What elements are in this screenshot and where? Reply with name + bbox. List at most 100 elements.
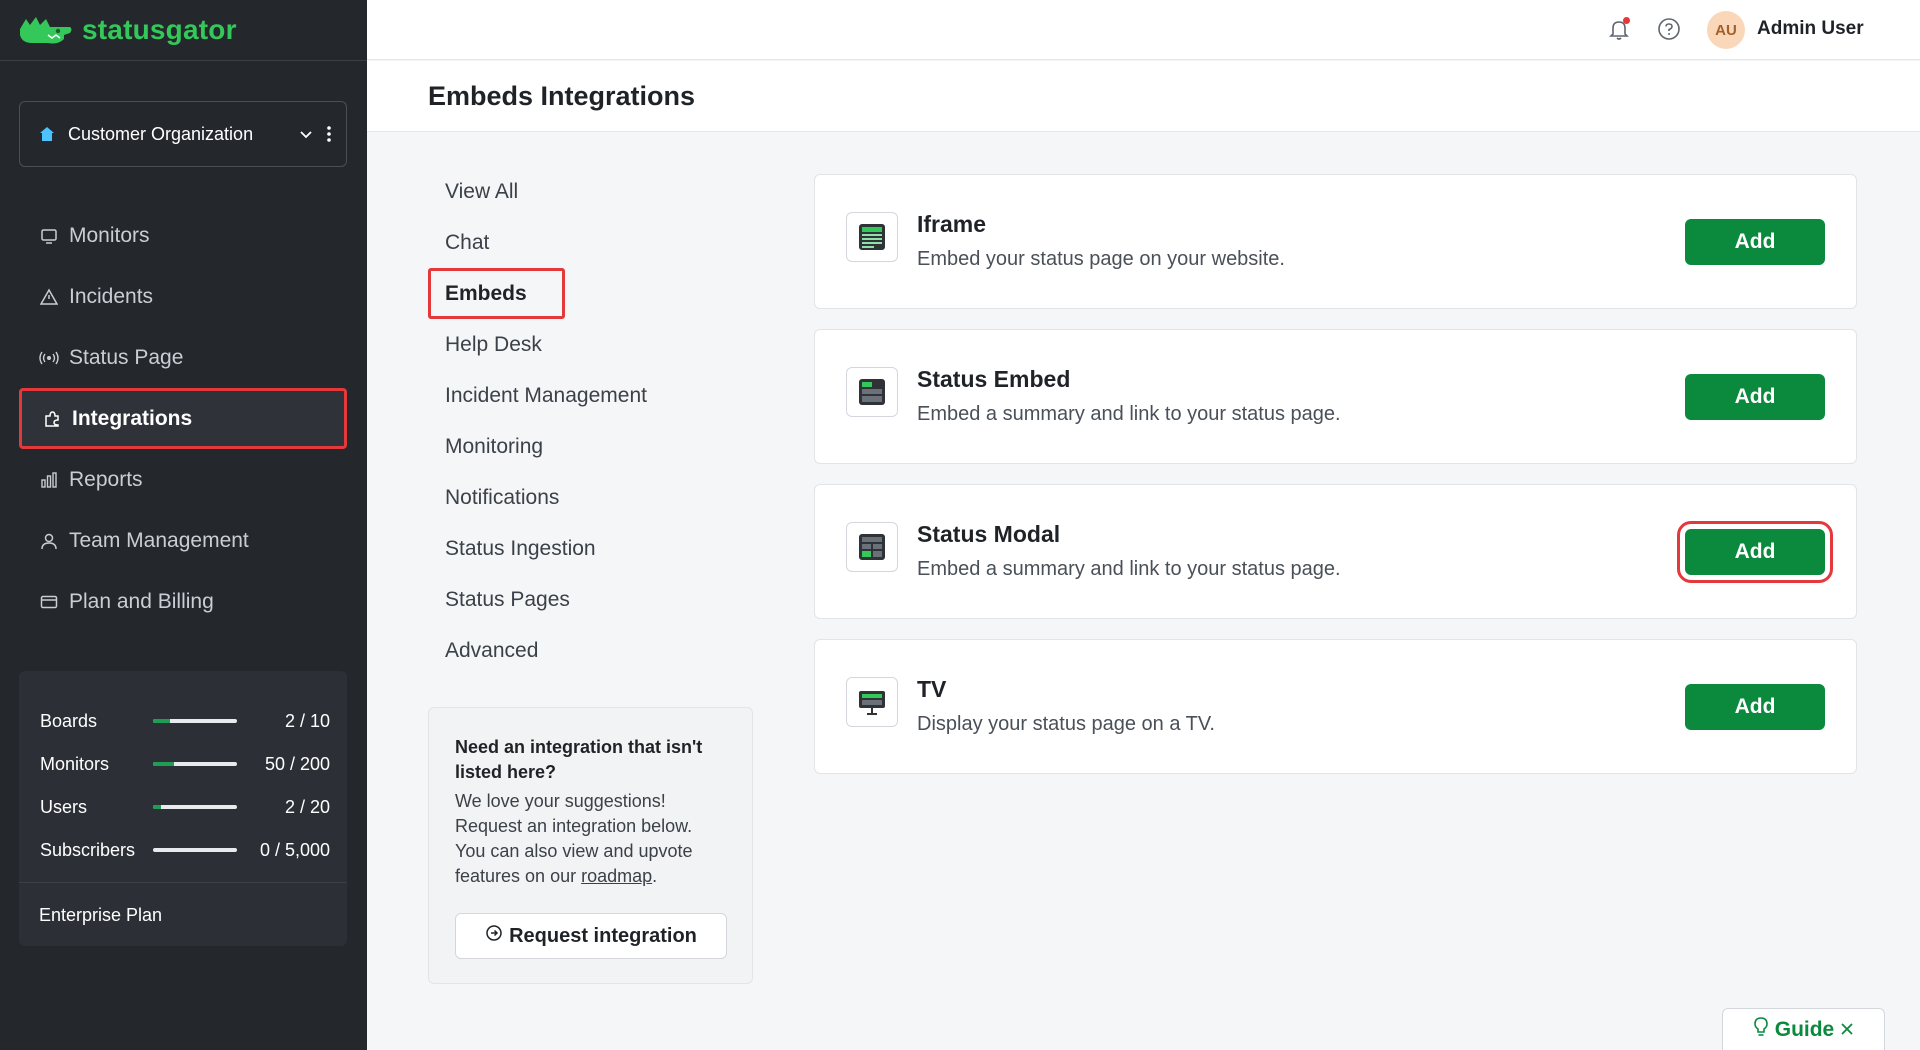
integration-title: Iframe xyxy=(917,211,987,237)
category-monitoring[interactable]: Monitoring xyxy=(428,421,728,472)
user-icon xyxy=(39,531,59,551)
integration-desc: Display your status page on a TV. xyxy=(917,713,1215,735)
integration-title: TV xyxy=(917,676,947,702)
request-integration-label: Request integration xyxy=(509,924,697,947)
usage-bar xyxy=(153,762,237,766)
add-status-embed-button[interactable]: Add xyxy=(1685,374,1825,420)
logo[interactable]: statusgator xyxy=(0,0,367,61)
add-iframe-button[interactable]: Add xyxy=(1685,219,1825,265)
integration-card-status-modal: Status Modal Embed a summary and link to… xyxy=(814,484,1857,619)
integration-card-status-embed: Status Embed Embed a summary and link to… xyxy=(814,329,1857,464)
usage-bar xyxy=(153,719,237,723)
avatar[interactable]: AU xyxy=(1707,11,1745,49)
usage-row-monitors: Monitors 50 / 200 xyxy=(40,752,330,776)
category-chat[interactable]: Chat xyxy=(428,217,728,268)
sidebar-item-reports[interactable]: Reports xyxy=(19,449,347,510)
suggest-body: We love your suggestions! Request an int… xyxy=(455,789,726,889)
category-embeds[interactable]: Embeds xyxy=(428,268,565,319)
lightbulb-icon xyxy=(1753,1016,1769,1043)
usage-label: Subscribers xyxy=(40,839,136,860)
iframe-embed-icon xyxy=(846,212,898,262)
chevron-down-icon[interactable] xyxy=(298,126,314,142)
category-status-ingestion[interactable]: Status Ingestion xyxy=(428,523,728,574)
sidebar-item-incidents[interactable]: Incidents xyxy=(19,266,347,327)
sidebar-item-monitors[interactable]: Monitors xyxy=(19,205,347,266)
sidebar-item-plan-billing[interactable]: Plan and Billing xyxy=(19,571,347,632)
sidebar-item-label: Team Management xyxy=(69,528,249,552)
usage-bar-fill xyxy=(153,719,170,723)
arrow-circle-icon xyxy=(485,924,503,948)
integration-card-tv: TV Display your status page on a TV. Add xyxy=(814,639,1857,774)
bell-icon[interactable] xyxy=(1607,17,1631,41)
usage-value: 0 / 5,000 xyxy=(259,839,330,860)
help-icon[interactable] xyxy=(1657,17,1681,41)
brand-name: statusgator xyxy=(82,14,237,45)
gator-logo-icon xyxy=(18,13,74,47)
integration-title: Status Modal xyxy=(917,521,1061,547)
usage-row-users: Users 2 / 20 xyxy=(40,795,330,819)
usage-value: 50 / 200 xyxy=(264,753,330,774)
sidebar-item-status-page[interactable]: Status Page xyxy=(19,327,347,388)
usage-label: Users xyxy=(40,796,88,817)
category-status-pages[interactable]: Status Pages xyxy=(428,574,728,625)
broadcast-icon xyxy=(39,348,59,368)
usage-panel: Boards 2 / 10 Monitors 50 / 200 Users 2 … xyxy=(19,671,347,946)
sidebar-item-label: Monitors xyxy=(69,223,150,247)
add-status-modal-button[interactable]: Add xyxy=(1677,521,1833,583)
integration-card-iframe: Iframe Embed your status page on your we… xyxy=(814,174,1857,309)
category-list: View All Chat Embeds Help Desk Incident … xyxy=(428,166,728,676)
category-advanced[interactable]: Advanced xyxy=(428,625,728,676)
page-header: Embeds Integrations xyxy=(367,61,1920,132)
org-selector[interactable]: Customer Organization xyxy=(19,101,347,167)
usage-label: Monitors xyxy=(40,753,110,774)
usage-row-boards: Boards 2 / 10 xyxy=(40,709,330,733)
sidebar-item-label: Integrations xyxy=(72,406,193,430)
home-icon xyxy=(38,125,56,143)
roadmap-link[interactable]: roadmap xyxy=(581,866,652,886)
usage-value: 2 / 20 xyxy=(284,796,330,817)
sidebar: statusgator Customer Organization Monito… xyxy=(0,0,367,1050)
sidebar-item-team-management[interactable]: Team Management xyxy=(19,510,347,571)
category-notifications[interactable]: Notifications xyxy=(428,472,728,523)
category-incident-management[interactable]: Incident Management xyxy=(428,370,728,421)
guide-label: Guide xyxy=(1774,1017,1835,1041)
request-integration-button[interactable]: Request integration xyxy=(455,913,727,959)
add-tv-button[interactable]: Add xyxy=(1685,684,1825,730)
integration-desc: Embed a summary and link to your status … xyxy=(917,558,1341,580)
usage-bar xyxy=(153,848,237,852)
sidebar-item-label: Plan and Billing xyxy=(69,589,214,613)
topbar: AU Admin User xyxy=(367,0,1920,60)
sidebar-item-label: Reports xyxy=(69,467,143,491)
usage-bar-fill xyxy=(153,805,162,809)
tv-icon xyxy=(846,677,898,727)
integration-desc: Embed your status page on your website. xyxy=(917,248,1285,270)
sidebar-item-label: Status Page xyxy=(69,345,184,369)
credit-card-icon xyxy=(39,592,59,612)
suggest-heading: Need an integration that isn't listed he… xyxy=(455,737,703,782)
category-help-desk[interactable]: Help Desk xyxy=(428,319,728,370)
sidebar-item-integrations[interactable]: Integrations xyxy=(19,388,347,449)
suggest-integration-panel: Need an integration that isn't listed he… xyxy=(428,707,753,984)
puzzle-icon xyxy=(42,409,62,429)
bar-chart-icon xyxy=(39,470,59,490)
more-vertical-icon[interactable] xyxy=(326,125,332,143)
monitor-icon xyxy=(39,226,59,246)
status-embed-icon xyxy=(846,367,898,417)
suggest-body-end: . xyxy=(652,866,658,886)
divider xyxy=(19,882,347,883)
usage-bar-fill xyxy=(153,762,174,766)
user-name[interactable]: Admin User xyxy=(1757,18,1864,40)
category-view-all[interactable]: View All xyxy=(428,166,728,217)
usage-row-subscribers: Subscribers 0 / 5,000 xyxy=(40,838,330,862)
status-modal-icon xyxy=(846,522,898,572)
guide-button[interactable]: Guide xyxy=(1722,1008,1885,1050)
integration-desc: Embed a summary and link to your status … xyxy=(917,403,1341,425)
plan-name: Enterprise Plan xyxy=(39,905,163,925)
sidebar-nav: Monitors Incidents Status Page Integrati… xyxy=(19,205,347,632)
sidebar-item-label: Incidents xyxy=(69,284,154,308)
page-title: Embeds Integrations xyxy=(428,81,696,111)
notification-dot xyxy=(1623,17,1630,24)
usage-value: 2 / 10 xyxy=(284,710,330,731)
close-icon[interactable] xyxy=(1840,1018,1854,1042)
integration-title: Status Embed xyxy=(917,366,1071,392)
